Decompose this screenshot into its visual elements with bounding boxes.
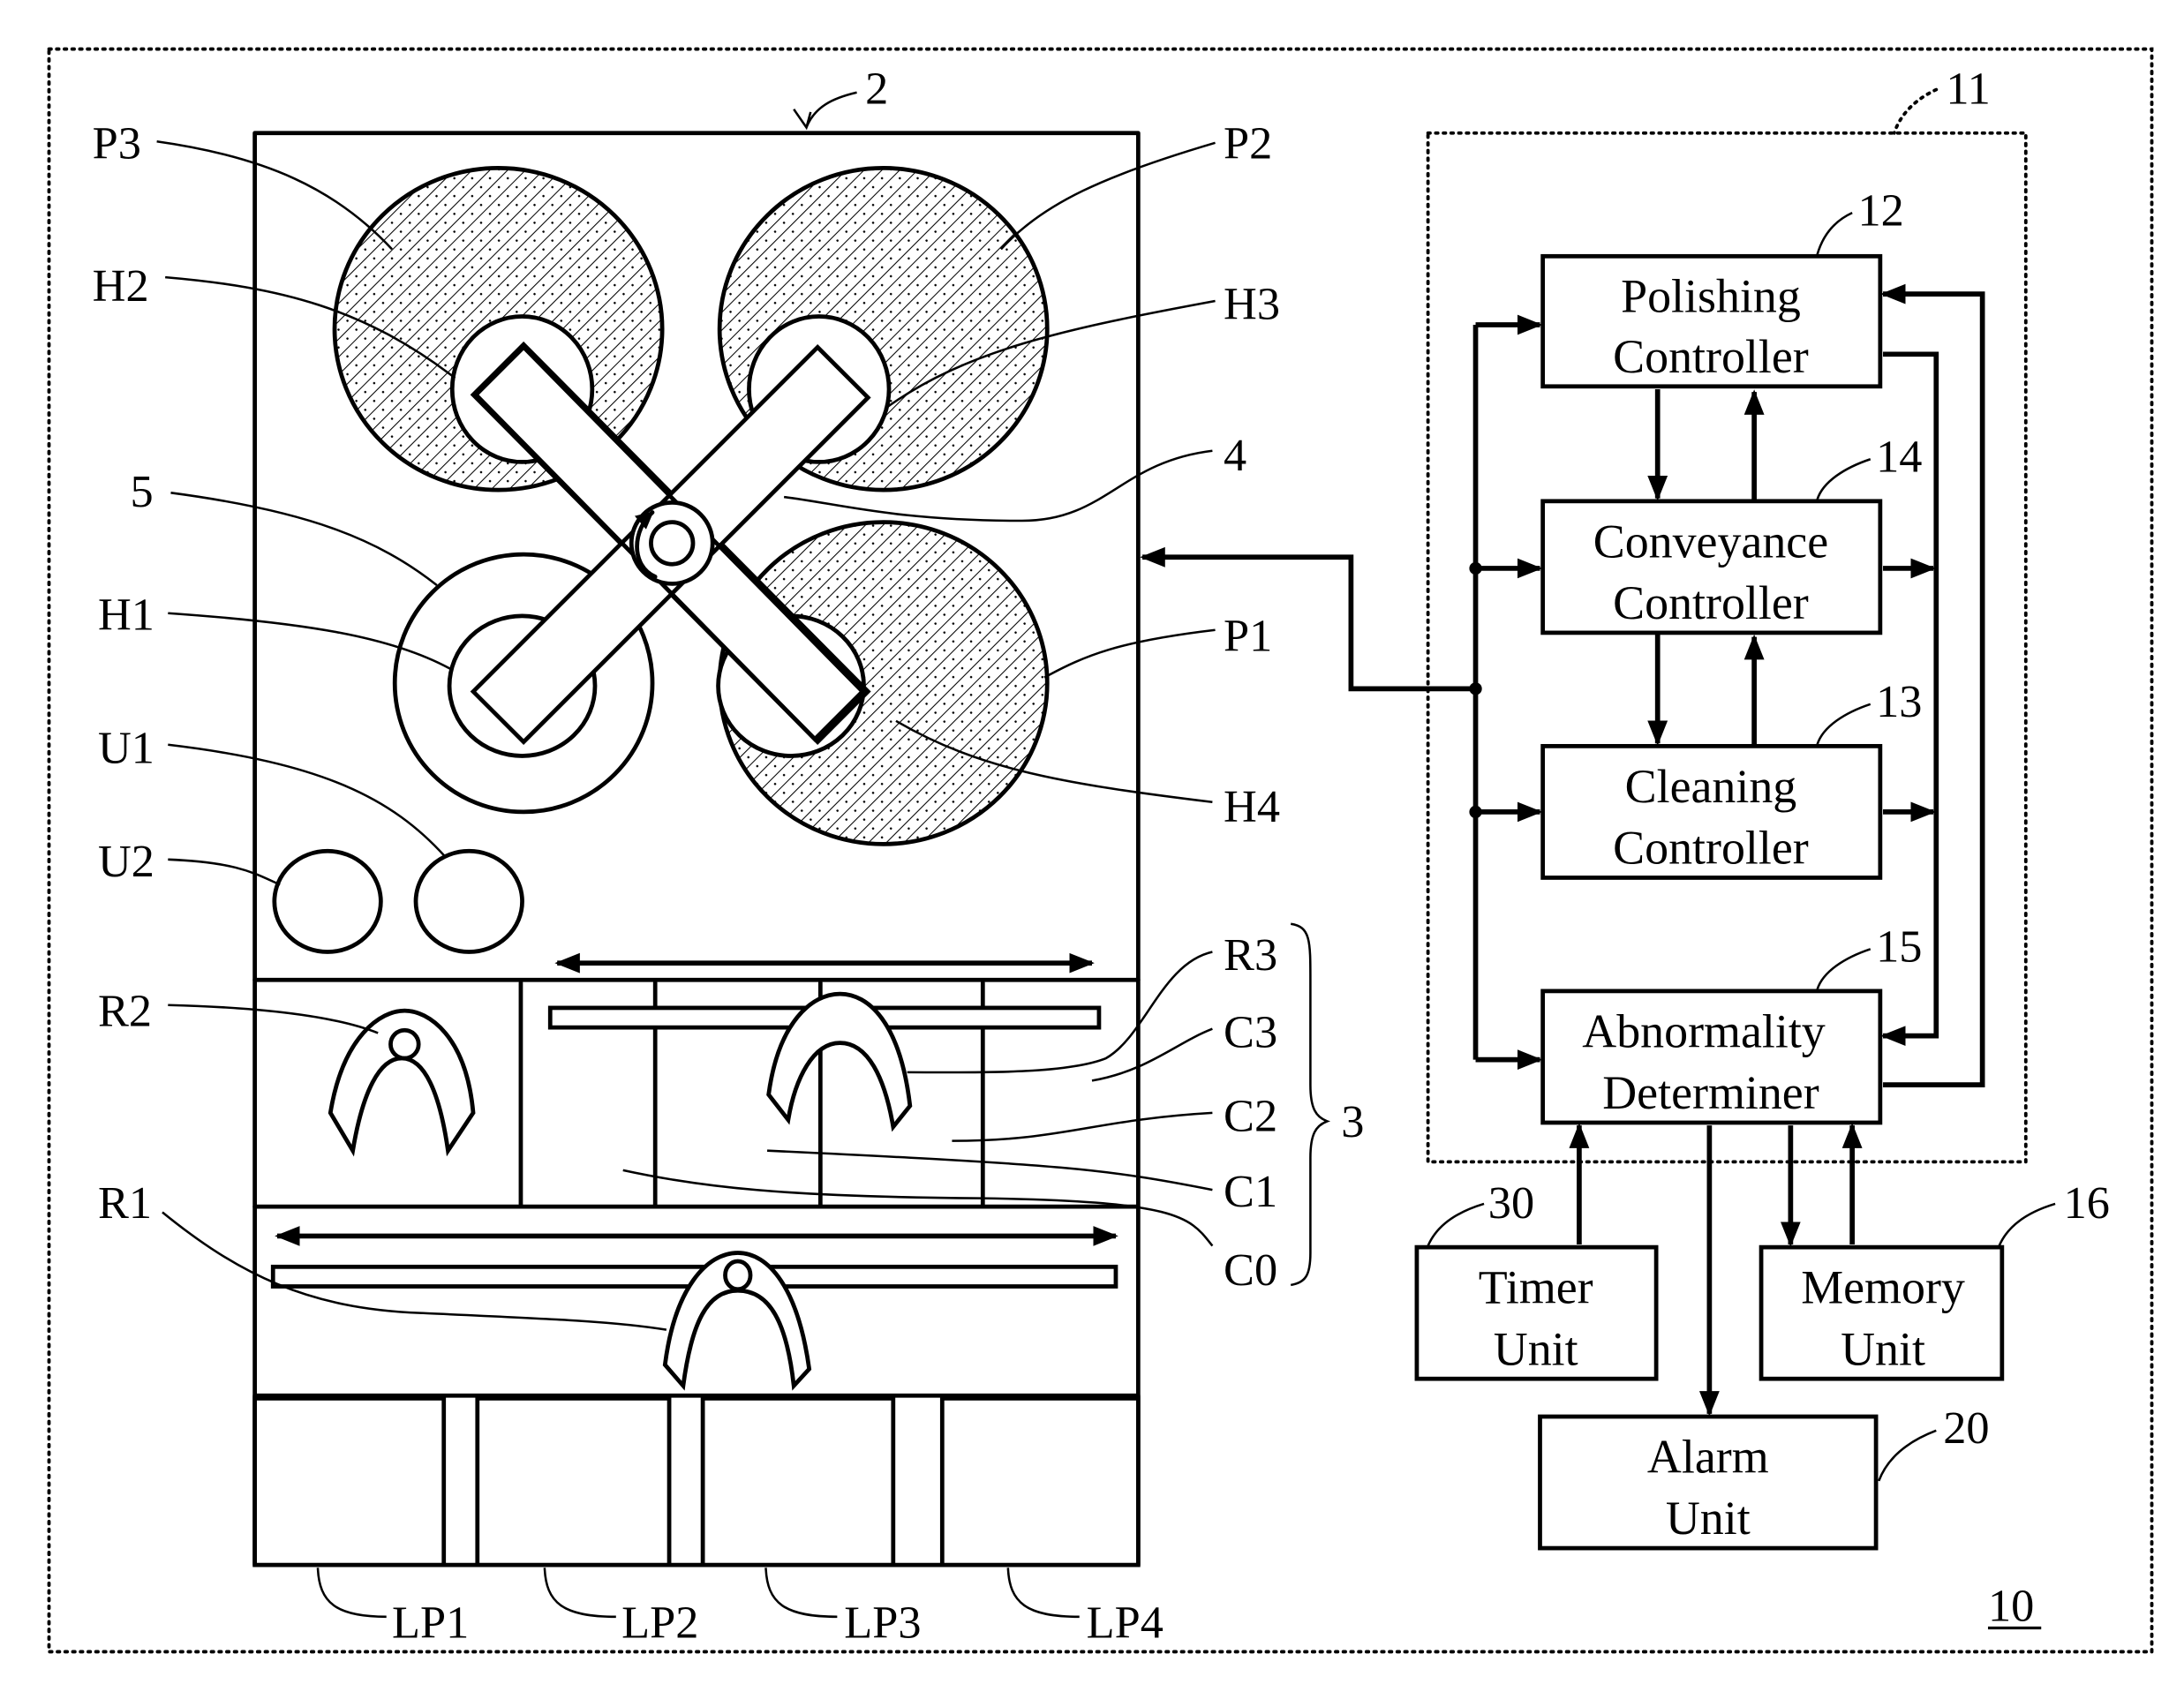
timer-unit-line2: Unit: [1494, 1322, 1578, 1375]
load-port-lp3: [700, 1396, 896, 1567]
timer-unit-ref: 30: [1488, 1177, 1534, 1229]
label-p3: P3: [93, 117, 141, 169]
polishing-controller-line2: Controller: [1613, 330, 1809, 383]
leader-c1: [767, 1149, 1213, 1192]
label-4: 4: [1224, 430, 1246, 481]
conveyance-controller-block: Conveyance Controller 14: [1540, 432, 1922, 635]
alarm-unit-line1: Alarm: [1647, 1430, 1769, 1483]
leader-c2: [952, 1111, 1213, 1142]
system-diagram: 10 2 P3 H2 5 H1 U1 U2 R2 R1 P2 H3 4 P1 H…: [47, 47, 2154, 1654]
polishing-controller-line1: Polishing: [1621, 270, 1801, 323]
label-h4: H4: [1224, 781, 1280, 832]
figure-number-label: 10: [1988, 1581, 2034, 1632]
label-r1: R1: [98, 1177, 152, 1229]
cleaning-controller-block: Cleaning Controller 13: [1540, 676, 1922, 880]
label-c0: C0: [1224, 1244, 1277, 1296]
timer-unit-block: Timer Unit 30: [1414, 1177, 1659, 1381]
label-c2: C2: [1224, 1090, 1277, 1141]
unit-u1: [413, 848, 524, 954]
label-3: 3: [1341, 1096, 1364, 1147]
polishing-controller-block: Polishing Controller 12: [1540, 184, 1904, 389]
leader-p2: [999, 141, 1216, 251]
label-r2: R2: [98, 986, 152, 1037]
robot-r1-hub: [723, 1259, 753, 1292]
label-u2: U2: [98, 836, 154, 887]
leader-u2: [168, 858, 281, 886]
label-lp1: LP1: [392, 1598, 469, 1649]
label-lp4: LP4: [1087, 1598, 1164, 1649]
label-p2: P2: [1224, 117, 1272, 169]
machine-label: 2: [865, 63, 888, 114]
timer-unit-line1: Timer: [1479, 1261, 1593, 1314]
cleaning-controller-ref: 13: [1876, 676, 1922, 727]
abnormality-determiner-ref: 15: [1876, 921, 1922, 973]
cleaning-controller-line1: Cleaning: [1625, 760, 1797, 813]
label-u1: U1: [98, 722, 154, 773]
label-h2: H2: [93, 260, 149, 312]
machine-leader-tick: [793, 109, 812, 131]
leader-5: [170, 492, 438, 586]
leader-lp3: [764, 1567, 838, 1619]
brace-section-3: [1290, 922, 1331, 1287]
label-r3: R3: [1224, 929, 1277, 981]
abnormality-determiner-line2: Determiner: [1602, 1066, 1819, 1119]
abnormality-determiner-line1: Abnormality: [1582, 1004, 1826, 1057]
unit-u2: [272, 848, 383, 954]
alarm-unit-block: Alarm Unit 20: [1538, 1402, 1990, 1551]
load-port-lp2: [475, 1396, 672, 1567]
label-c3: C3: [1224, 1006, 1277, 1057]
leader-u1: [168, 743, 447, 858]
leader-r2: [168, 1004, 379, 1034]
polishing-controller-ref: 12: [1857, 184, 1903, 236]
load-port-lp1: [252, 1396, 447, 1567]
robot-r2-hub: [388, 1027, 421, 1061]
memory-unit-line2: Unit: [1841, 1322, 1925, 1375]
memory-unit-block: Memory Unit 16: [1758, 1177, 2110, 1381]
leader-lp2: [543, 1567, 616, 1619]
controller-group-leader: [1892, 87, 1939, 135]
label-lp3: LP3: [844, 1598, 921, 1649]
leader-p3: [156, 140, 393, 251]
label-5: 5: [130, 466, 153, 517]
memory-unit-ref: 16: [2064, 1177, 2110, 1229]
label-h1: H1: [98, 590, 154, 641]
alarm-unit-line2: Unit: [1666, 1492, 1751, 1545]
memory-unit-line1: Memory: [1801, 1261, 1965, 1314]
leader-p1: [1043, 628, 1216, 679]
load-port-lp4: [939, 1396, 1141, 1567]
label-lp2: LP2: [621, 1598, 698, 1649]
controller-group-label: 11: [1946, 63, 1990, 114]
abnormality-determiner-block: Abnormality Determiner 15: [1540, 921, 1922, 1125]
label-h3: H3: [1224, 279, 1280, 330]
label-p1: P1: [1224, 611, 1272, 662]
label-c1: C1: [1224, 1166, 1277, 1217]
alarm-unit-ref: 20: [1943, 1402, 1989, 1454]
cleaning-controller-line2: Controller: [1613, 822, 1809, 875]
conveyance-controller-line1: Conveyance: [1593, 515, 1828, 568]
machine-leader: [805, 91, 857, 128]
conveyance-controller-line2: Controller: [1613, 576, 1809, 629]
conveyance-controller-ref: 14: [1876, 432, 1922, 483]
leader-lp4: [1006, 1567, 1080, 1619]
polishing-machine: 2: [252, 63, 1141, 1567]
leader-lp1: [316, 1567, 387, 1619]
